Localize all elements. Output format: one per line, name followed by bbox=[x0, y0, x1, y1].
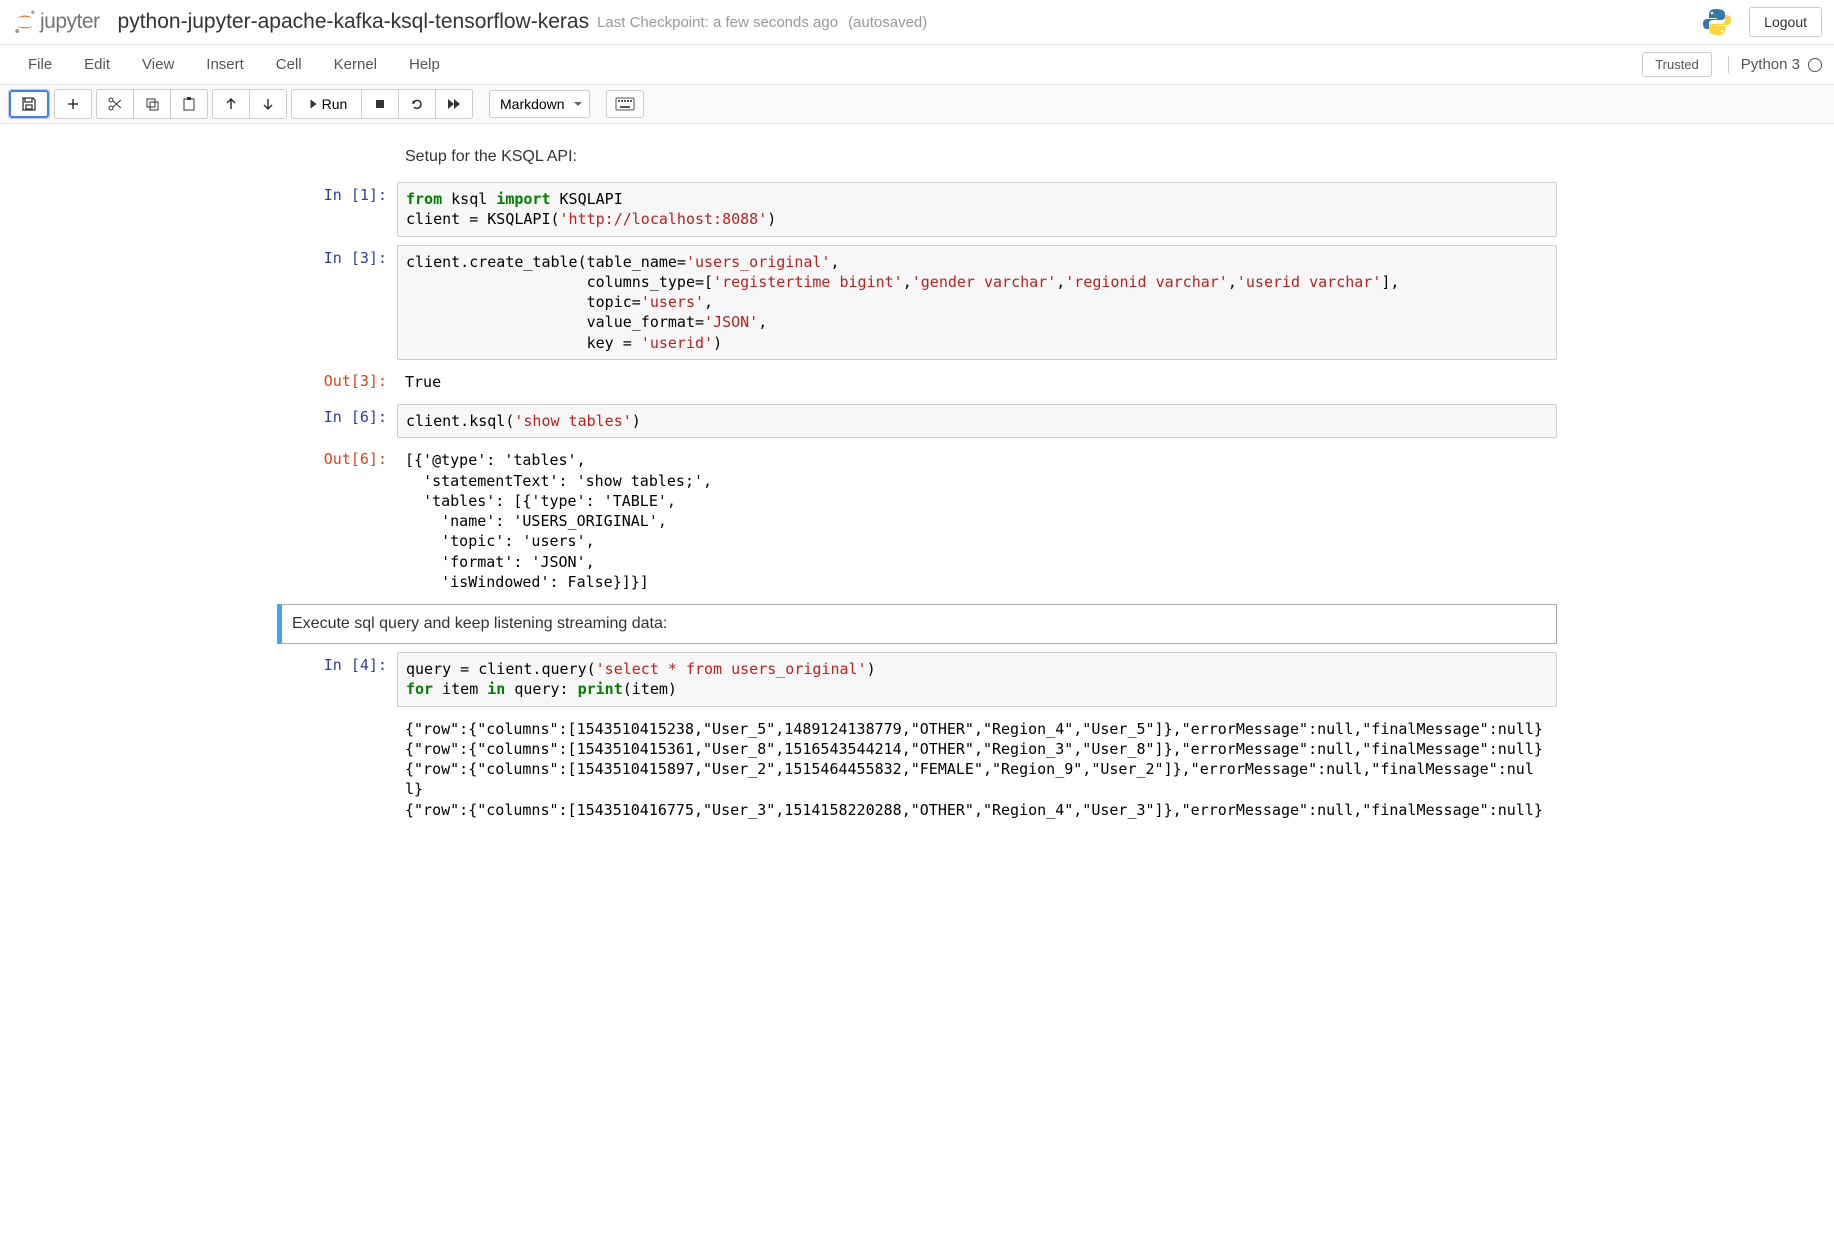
output-cell: {"row":{"columns":[1543510415238,"User_5… bbox=[277, 715, 1557, 824]
menu-kernel[interactable]: Kernel bbox=[318, 48, 393, 81]
stop-icon bbox=[372, 96, 388, 112]
interrupt-button[interactable] bbox=[362, 90, 399, 118]
markdown-cell[interactable]: Setup for the KSQL API: bbox=[277, 140, 1557, 174]
code-cell[interactable]: In [1]: from ksql import KSQLAPI client … bbox=[277, 182, 1557, 237]
kernel-indicator: Python 3 bbox=[1728, 56, 1822, 73]
output-text: True bbox=[397, 368, 1557, 396]
logo-text: jupyter bbox=[40, 10, 100, 34]
code-cell[interactable]: In [6]: client.ksql('show tables') bbox=[277, 404, 1557, 438]
restart-icon bbox=[409, 96, 425, 112]
out-prompt: Out[3]: bbox=[277, 368, 397, 396]
code-input[interactable]: from ksql import KSQLAPI client = KSQLAP… bbox=[397, 182, 1557, 237]
arrow-down-icon bbox=[260, 96, 276, 112]
copy-icon bbox=[144, 96, 160, 112]
code-cell[interactable]: In [3]: client.create_table(table_name='… bbox=[277, 245, 1557, 360]
menu-help[interactable]: Help bbox=[393, 48, 456, 81]
cell-type-select[interactable]: Markdown bbox=[489, 90, 590, 118]
notebook-title[interactable]: python-jupyter-apache-kafka-ksql-tensorf… bbox=[118, 10, 590, 34]
output-text: [{'@type': 'tables', 'statementText': 's… bbox=[397, 446, 1557, 596]
paste-icon bbox=[181, 96, 197, 112]
output-text: {"row":{"columns":[1543510415238,"User_5… bbox=[397, 715, 1557, 824]
logout-button[interactable]: Logout bbox=[1749, 7, 1822, 37]
jupyter-logo[interactable]: jupyter bbox=[12, 9, 100, 35]
trusted-button[interactable]: Trusted bbox=[1642, 52, 1712, 77]
scissors-icon bbox=[107, 96, 123, 112]
python-icon bbox=[1701, 6, 1733, 38]
move-up-button[interactable] bbox=[213, 90, 250, 118]
out-prompt: Out[6]: bbox=[277, 446, 397, 596]
autosaved-text: (autosaved) bbox=[848, 14, 927, 31]
copy-button[interactable] bbox=[134, 90, 171, 118]
in-prompt: In [1]: bbox=[277, 182, 397, 237]
kernel-status-icon bbox=[1808, 58, 1822, 72]
menu-insert[interactable]: Insert bbox=[190, 48, 260, 81]
code-input[interactable]: query = client.query('select * from user… bbox=[397, 652, 1557, 707]
save-button[interactable] bbox=[9, 90, 49, 118]
paste-button[interactable] bbox=[171, 90, 207, 118]
menu-edit[interactable]: Edit bbox=[68, 48, 126, 81]
menubar: File Edit View Insert Cell Kernel Help T… bbox=[0, 45, 1834, 85]
arrow-up-icon bbox=[223, 96, 239, 112]
header: jupyter python-jupyter-apache-kafka-ksql… bbox=[0, 0, 1834, 45]
plus-icon bbox=[65, 96, 81, 112]
restart-button[interactable] bbox=[399, 90, 436, 118]
menu-cell[interactable]: Cell bbox=[260, 48, 318, 81]
move-down-button[interactable] bbox=[250, 90, 286, 118]
notebook-container: Setup for the KSQL API: In [1]: from ksq… bbox=[257, 124, 1577, 872]
save-icon bbox=[21, 96, 37, 112]
code-input[interactable]: client.create_table(table_name='users_or… bbox=[397, 245, 1557, 360]
cut-button[interactable] bbox=[97, 90, 134, 118]
menu-view[interactable]: View bbox=[126, 48, 190, 81]
markdown-cell-selected[interactable]: Execute sql query and keep listening str… bbox=[277, 604, 1557, 644]
kernel-name: Python 3 bbox=[1741, 56, 1800, 73]
jupyter-icon bbox=[12, 9, 38, 35]
checkpoint-text: Last Checkpoint: a few seconds ago bbox=[597, 14, 838, 31]
code-cell[interactable]: In [4]: query = client.query('select * f… bbox=[277, 652, 1557, 707]
code-input[interactable]: client.ksql('show tables') bbox=[397, 404, 1557, 438]
markdown-text: Setup for the KSQL API: bbox=[397, 140, 585, 174]
in-prompt: In [3]: bbox=[277, 245, 397, 360]
restart-run-all-button[interactable] bbox=[436, 90, 472, 118]
keyboard-icon bbox=[615, 97, 635, 111]
output-cell: Out[3]: True bbox=[277, 368, 1557, 396]
toolbar: Run Markdown bbox=[0, 85, 1834, 124]
run-button[interactable]: Run bbox=[292, 90, 362, 118]
add-cell-button[interactable] bbox=[55, 90, 91, 118]
markdown-text: Execute sql query and keep listening str… bbox=[292, 615, 1546, 633]
fast-forward-icon bbox=[446, 96, 462, 112]
command-palette-button[interactable] bbox=[606, 90, 644, 118]
in-prompt: In [6]: bbox=[277, 404, 397, 438]
run-icon bbox=[306, 96, 318, 112]
in-prompt: In [4]: bbox=[277, 652, 397, 707]
run-label: Run bbox=[322, 96, 348, 112]
menu-file[interactable]: File bbox=[12, 48, 68, 81]
output-cell: Out[6]: [{'@type': 'tables', 'statementT… bbox=[277, 446, 1557, 596]
